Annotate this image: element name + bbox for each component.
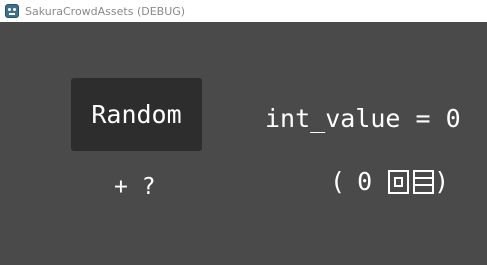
lines-glyph-icon <box>413 170 435 194</box>
int-value-label: int_value = 0 <box>265 104 461 133</box>
plus-question-label: + ? <box>114 174 156 200</box>
window-title: SakuraCrowdAssets (DEBUG) <box>25 4 186 18</box>
paren-value: 0 <box>357 167 373 196</box>
paren-close: ) <box>434 167 450 196</box>
app-icon <box>5 4 19 18</box>
square-glyph-icon <box>388 170 410 194</box>
title-bar[interactable]: SakuraCrowdAssets (DEBUG) <box>0 0 487 22</box>
paren-value-label: ( 0 ) <box>330 165 449 199</box>
random-button[interactable]: Random <box>71 78 202 151</box>
paren-open: ( <box>330 167 346 196</box>
app-window: SakuraCrowdAssets (DEBUG) Random + ? int… <box>0 0 487 265</box>
game-viewport: Random + ? int_value = 0 ( 0 ) <box>0 22 487 265</box>
